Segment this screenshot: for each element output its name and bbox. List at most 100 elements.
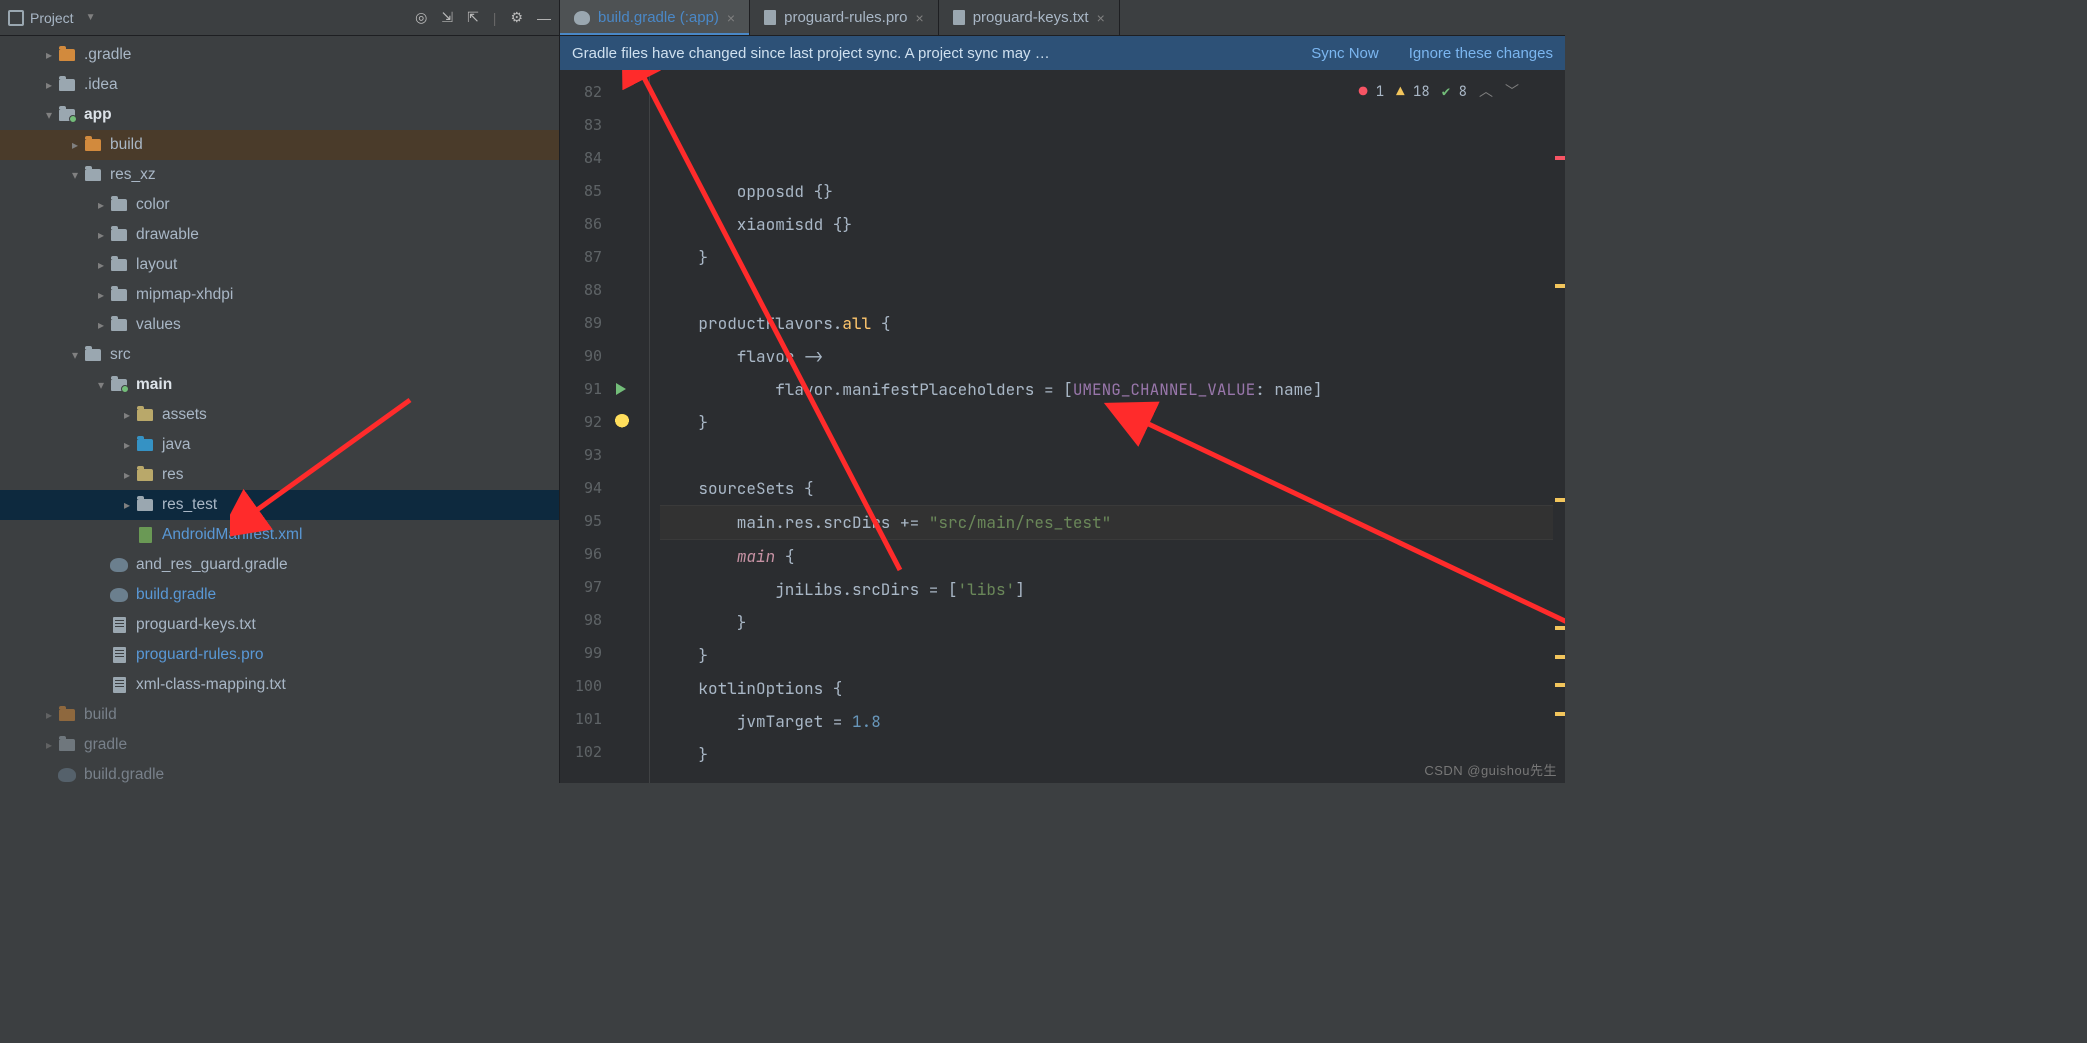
tree-item-java[interactable]: ▸java (0, 430, 559, 460)
project-icon (8, 10, 24, 26)
expand-all-icon[interactable]: ⇲ (441, 9, 453, 26)
tree-item-proguard-keys-txt[interactable]: proguard-keys.txt (0, 610, 559, 640)
tree-item-assets[interactable]: ▸ assets (0, 400, 559, 430)
tree-chevron-icon[interactable]: ▸ (92, 228, 110, 242)
code-line[interactable]: productFlavors.all { (660, 307, 1553, 340)
tree-label: build (84, 706, 117, 724)
tree-item-androidmanifest-xml[interactable]: AndroidManifest.xml (0, 520, 559, 550)
code-line[interactable]: } (660, 406, 1553, 439)
warning-indicator[interactable]: ▲ 18 (1396, 76, 1430, 109)
marker-gutter[interactable] (610, 70, 650, 783)
locate-icon[interactable]: ◎ (415, 9, 427, 26)
tree-label: src (110, 346, 131, 364)
code-line[interactable]: } (660, 738, 1553, 771)
tree-chevron-icon[interactable]: ▸ (40, 78, 58, 92)
tree-item-src[interactable]: ▾ src (0, 340, 559, 370)
tree-item-mipmap-xhdpi[interactable]: ▸mipmap-xhdpi (0, 280, 559, 310)
tree-chevron-icon[interactable]: ▸ (92, 288, 110, 302)
prev-highlight-icon[interactable]: ︿ (1479, 76, 1493, 109)
tree-chevron-icon[interactable]: ▸ (40, 48, 58, 62)
tree-item-main[interactable]: ▾ main (0, 370, 559, 400)
tree-label: values (136, 316, 181, 334)
ide-window: Project ▼ ◎ ⇲ ⇱ | ⚙ — ▸.gradle▸.idea▾app… (0, 0, 1565, 783)
code-line[interactable]: kotlinOptions { (660, 672, 1553, 705)
tree-item-build[interactable]: ▸build (0, 130, 559, 160)
tree-chevron-icon[interactable]: ▸ (118, 468, 136, 482)
tree-chevron-icon[interactable]: ▸ (118, 408, 136, 422)
close-tab-icon[interactable]: × (916, 10, 924, 26)
tree-item-values[interactable]: ▸ values (0, 310, 559, 340)
tree-chevron-icon[interactable]: ▾ (40, 108, 58, 122)
ignore-changes-link[interactable]: Ignore these changes (1409, 45, 1553, 62)
tree-item--gradle[interactable]: ▸.gradle (0, 40, 559, 70)
tree-item--idea[interactable]: ▸.idea (0, 70, 559, 100)
tree-item-build-gradle[interactable]: build.gradle (0, 580, 559, 610)
close-tab-icon[interactable]: × (1097, 10, 1105, 26)
tree-chevron-icon[interactable]: ▸ (92, 198, 110, 212)
tree-chevron-icon[interactable]: ▸ (66, 138, 84, 152)
tree-item-proguard-rules-pro[interactable]: proguard-rules.pro (0, 640, 559, 670)
code-line[interactable]: flavor.manifestPlaceholders = [UMENG_CHA… (660, 373, 1553, 406)
tree-item-build-gradle[interactable]: build.gradle (0, 760, 559, 783)
tree-item-xml-class-mapping-txt[interactable]: xml-class-mapping.txt (0, 670, 559, 700)
tree-chevron-icon[interactable]: ▸ (118, 438, 136, 452)
tree-item-app[interactable]: ▾app (0, 100, 559, 130)
code-line[interactable] (660, 771, 1553, 783)
tree-label: build.gradle (136, 586, 216, 604)
editor-tab-build-gradle-app-[interactable]: build.gradle (:app)× (560, 0, 750, 35)
tree-item-gradle[interactable]: ▸gradle (0, 730, 559, 760)
tree-label: res (162, 466, 184, 484)
tree-item-and-res-guard-gradle[interactable]: and_res_guard.gradle (0, 550, 559, 580)
tree-chevron-icon[interactable]: ▸ (40, 738, 58, 752)
code-line[interactable]: jvmTarget = 1.8 (660, 705, 1553, 738)
line-number-gutter[interactable]: 8283848586878889909192939495969798991001… (560, 70, 610, 783)
tree-label: res_xz (110, 166, 156, 184)
tree-item-res-test[interactable]: ▸res_test (0, 490, 559, 520)
project-tree[interactable]: ▸.gradle▸.idea▾app▸build▾res_xz▸color▸dr… (0, 36, 559, 783)
editor-tab-proguard-rules-pro[interactable]: proguard-rules.pro× (750, 0, 939, 35)
code-line[interactable]: } (660, 606, 1553, 639)
tree-label: main (136, 376, 172, 394)
code-line[interactable]: xiaomisdd {} (660, 208, 1553, 241)
code-editor[interactable]: ● 1 ▲ 18 ✔ 8 ︿ ﹀ opposdd {} xiaomisdd {}… (650, 70, 1553, 783)
tree-chevron-icon[interactable]: ▾ (92, 378, 110, 392)
sync-now-link[interactable]: Sync Now (1311, 45, 1379, 62)
tree-chevron-icon[interactable]: ▸ (92, 258, 110, 272)
code-line[interactable] (660, 439, 1553, 472)
weak-warning-indicator[interactable]: ✔ 8 (1442, 76, 1467, 109)
tree-item-res[interactable]: ▸ res (0, 460, 559, 490)
tree-chevron-icon[interactable]: ▸ (118, 498, 136, 512)
run-gutter-icon[interactable] (616, 383, 626, 395)
collapse-all-icon[interactable]: ⇱ (467, 9, 479, 26)
tree-chevron-icon[interactable]: ▸ (92, 318, 110, 332)
inspection-widget[interactable]: ● 1 ▲ 18 ✔ 8 ︿ ﹀ (1355, 74, 1523, 111)
tree-item-layout[interactable]: ▸layout (0, 250, 559, 280)
code-line[interactable]: } (660, 639, 1553, 672)
code-line[interactable]: opposdd {} (660, 175, 1553, 208)
close-tab-icon[interactable]: × (727, 10, 735, 26)
code-line[interactable]: jniLibs.srcDirs = ['libs'] (660, 573, 1553, 606)
tree-label: proguard-rules.pro (136, 646, 264, 664)
next-highlight-icon[interactable]: ﹀ (1505, 76, 1519, 109)
editor-tab-proguard-keys-txt[interactable]: proguard-keys.txt× (939, 0, 1120, 35)
tree-item-drawable[interactable]: ▸drawable (0, 220, 559, 250)
tree-item-res-xz[interactable]: ▾ res_xz (0, 160, 559, 190)
tree-chevron-icon[interactable]: ▾ (66, 168, 84, 182)
tree-label: assets (162, 406, 207, 424)
error-indicator[interactable]: ● 1 (1359, 76, 1384, 109)
code-line[interactable]: } (660, 241, 1553, 274)
code-line[interactable]: main.res.srcDirs += "src/main/res_test" (660, 505, 1553, 540)
tree-chevron-icon[interactable]: ▸ (40, 708, 58, 722)
code-line[interactable]: main { (660, 540, 1553, 573)
tree-item-color[interactable]: ▸color (0, 190, 559, 220)
settings-gear-icon[interactable]: ⚙ (510, 9, 523, 26)
tree-chevron-icon[interactable]: ▾ (66, 348, 84, 362)
error-stripe[interactable] (1553, 70, 1565, 783)
intention-bulb-icon[interactable] (614, 414, 630, 430)
hide-panel-icon[interactable]: — (537, 10, 551, 26)
code-line[interactable] (660, 274, 1553, 307)
tree-item-build[interactable]: ▸ build (0, 700, 559, 730)
code-line[interactable]: flavor -> (660, 340, 1553, 373)
code-line[interactable]: sourceSets { (660, 472, 1553, 505)
project-selector[interactable]: Project ▼ (8, 10, 415, 26)
